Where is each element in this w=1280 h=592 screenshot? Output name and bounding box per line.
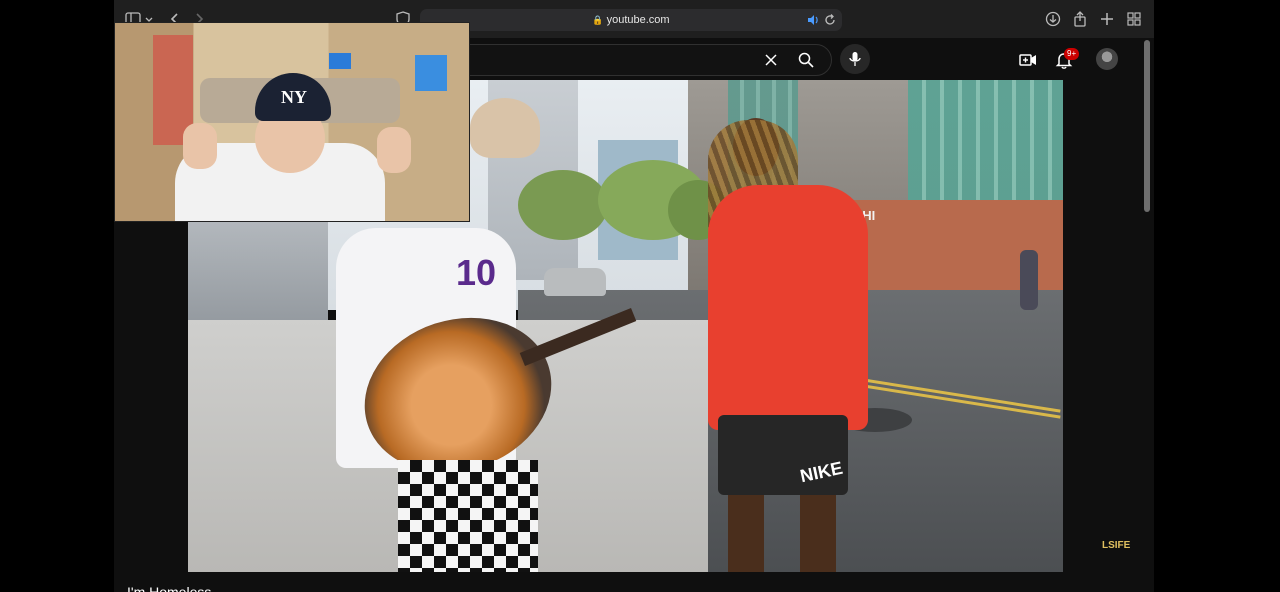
cowboy-hat xyxy=(470,98,540,158)
search-input[interactable] xyxy=(434,44,832,76)
url-text: youtube.com xyxy=(606,14,670,26)
singer-leg xyxy=(728,495,764,572)
address-bar[interactable]: 🔒 youtube.com xyxy=(420,9,842,31)
page-scrollbar[interactable] xyxy=(1144,40,1150,212)
channel-watermark: LSIFE xyxy=(1102,540,1131,551)
video-building xyxy=(908,80,1063,200)
lock-icon: 🔒 xyxy=(592,15,604,25)
tab-overview-icon[interactable] xyxy=(1125,10,1143,28)
reload-icon[interactable] xyxy=(823,13,837,27)
microphone-icon xyxy=(849,52,861,66)
webcam-monitor xyxy=(329,53,351,69)
video-tree xyxy=(518,170,608,240)
close-icon[interactable] xyxy=(763,52,779,68)
webcam-monitor xyxy=(415,55,447,91)
red-shirt xyxy=(708,185,868,430)
notification-badge: 9+ xyxy=(1064,48,1080,60)
create-video-icon[interactable] xyxy=(1018,50,1038,70)
streamer-hand xyxy=(377,127,411,173)
avatar[interactable] xyxy=(1096,48,1118,70)
voice-search-button[interactable] xyxy=(840,44,870,74)
shirt-number: 10 xyxy=(456,252,497,293)
pedestrian xyxy=(1020,250,1038,310)
black-shorts xyxy=(718,415,848,495)
share-icon[interactable] xyxy=(1071,10,1089,28)
video-car xyxy=(544,268,606,296)
downloads-icon[interactable] xyxy=(1044,10,1062,28)
speaker-icon[interactable] xyxy=(806,13,820,27)
checkered-pants xyxy=(398,460,538,572)
webcam-overlay: NY xyxy=(114,22,470,222)
new-tab-icon[interactable] xyxy=(1098,10,1116,28)
singer-leg xyxy=(800,495,836,572)
streamer-hand xyxy=(183,123,217,169)
video-title: I'm Homeless xyxy=(127,584,212,592)
search-icon[interactable] xyxy=(797,51,815,69)
cap-logo: NY xyxy=(281,87,307,107)
